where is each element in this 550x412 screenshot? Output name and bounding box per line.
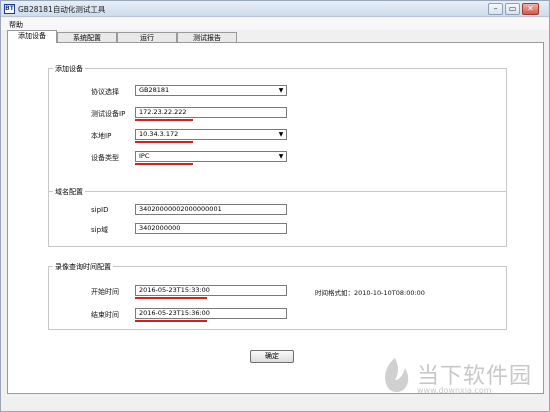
domain-config-group-title: 域名配置 [53, 187, 85, 197]
device-type-select-value: IPC [139, 152, 150, 160]
app-icon: BT [4, 4, 15, 14]
tab-panel-add-device: 添加设备 协议选择 GB28181 ▼ 测试设备IP 172.23.22.222… [7, 42, 544, 394]
local-ip-select[interactable]: 10.34.3.172 ▼ [135, 129, 287, 140]
watermark-logo-icon [385, 358, 409, 393]
start-time-label: 开始时间 [91, 288, 119, 296]
menu-help[interactable]: 帮助 [9, 20, 23, 30]
local-ip-label: 本地IP [91, 132, 112, 140]
add-device-group: 添加设备 协议选择 GB28181 ▼ 测试设备IP 172.23.22.222… [48, 64, 507, 200]
ok-button[interactable]: 确定 [250, 350, 294, 363]
window-title: GB28181自动化测试工具 [18, 5, 106, 14]
add-device-group-title: 添加设备 [53, 64, 85, 74]
start-time-input[interactable]: 2016-05-23T15:33:00 [135, 285, 287, 296]
close-button[interactable]: ✕ [522, 3, 539, 15]
chevron-down-icon[interactable]: ▼ [277, 131, 285, 138]
device-ip-input[interactable]: 172.23.22.222 [135, 107, 287, 118]
start-time-underline [135, 297, 207, 299]
menu-bar: 帮助 [1, 18, 549, 30]
device-ip-underline [135, 119, 193, 121]
device-ip-label: 测试设备IP [91, 110, 126, 118]
local-ip-select-value: 10.34.3.172 [139, 130, 179, 138]
title-bar[interactable]: BT GB28181自动化测试工具 – ▭ ✕ [1, 1, 549, 17]
record-query-group-title: 录像查询时间配置 [53, 262, 113, 272]
end-time-input[interactable]: 2016-05-23T15:36:00 [135, 308, 287, 319]
tab-add-device[interactable]: 添加设备 [7, 30, 57, 43]
time-format-hint: 时间格式如：2010-10-10T08:00:00 [315, 289, 425, 297]
domain-config-group: 域名配置 sipID 34020000002000000001 sip域 340… [48, 187, 507, 247]
watermark: 当下软件园 www.downxia.com [377, 356, 547, 406]
app-window: BT GB28181自动化测试工具 – ▭ ✕ 帮助 添加设备 系统配置 运行 … [0, 0, 550, 412]
device-type-select[interactable]: IPC ▼ [135, 151, 287, 162]
local-ip-underline [135, 141, 193, 143]
minimize-button[interactable]: – [488, 3, 503, 15]
record-query-group: 录像查询时间配置 开始时间 2016-05-23T15:33:00 时间格式如：… [48, 262, 507, 330]
device-type-label: 设备类型 [91, 154, 119, 162]
chevron-down-icon[interactable]: ▼ [277, 153, 285, 160]
chevron-down-icon[interactable]: ▼ [277, 87, 285, 94]
end-time-underline [135, 320, 207, 322]
watermark-url: www.downxia.com [417, 386, 492, 395]
sip-domain-input[interactable]: 3402000000 [135, 223, 287, 234]
sip-domain-label: sip域 [91, 226, 109, 234]
sip-id-input[interactable]: 34020000002000000001 [135, 204, 287, 215]
protocol-label: 协议选择 [91, 88, 119, 96]
device-type-underline [135, 163, 193, 165]
protocol-select-value: GB28181 [139, 86, 170, 94]
sip-id-label: sipID [91, 206, 109, 214]
maximize-button[interactable]: ▭ [505, 3, 520, 15]
end-time-label: 结束时间 [91, 311, 119, 319]
protocol-select[interactable]: GB28181 ▼ [135, 85, 287, 96]
